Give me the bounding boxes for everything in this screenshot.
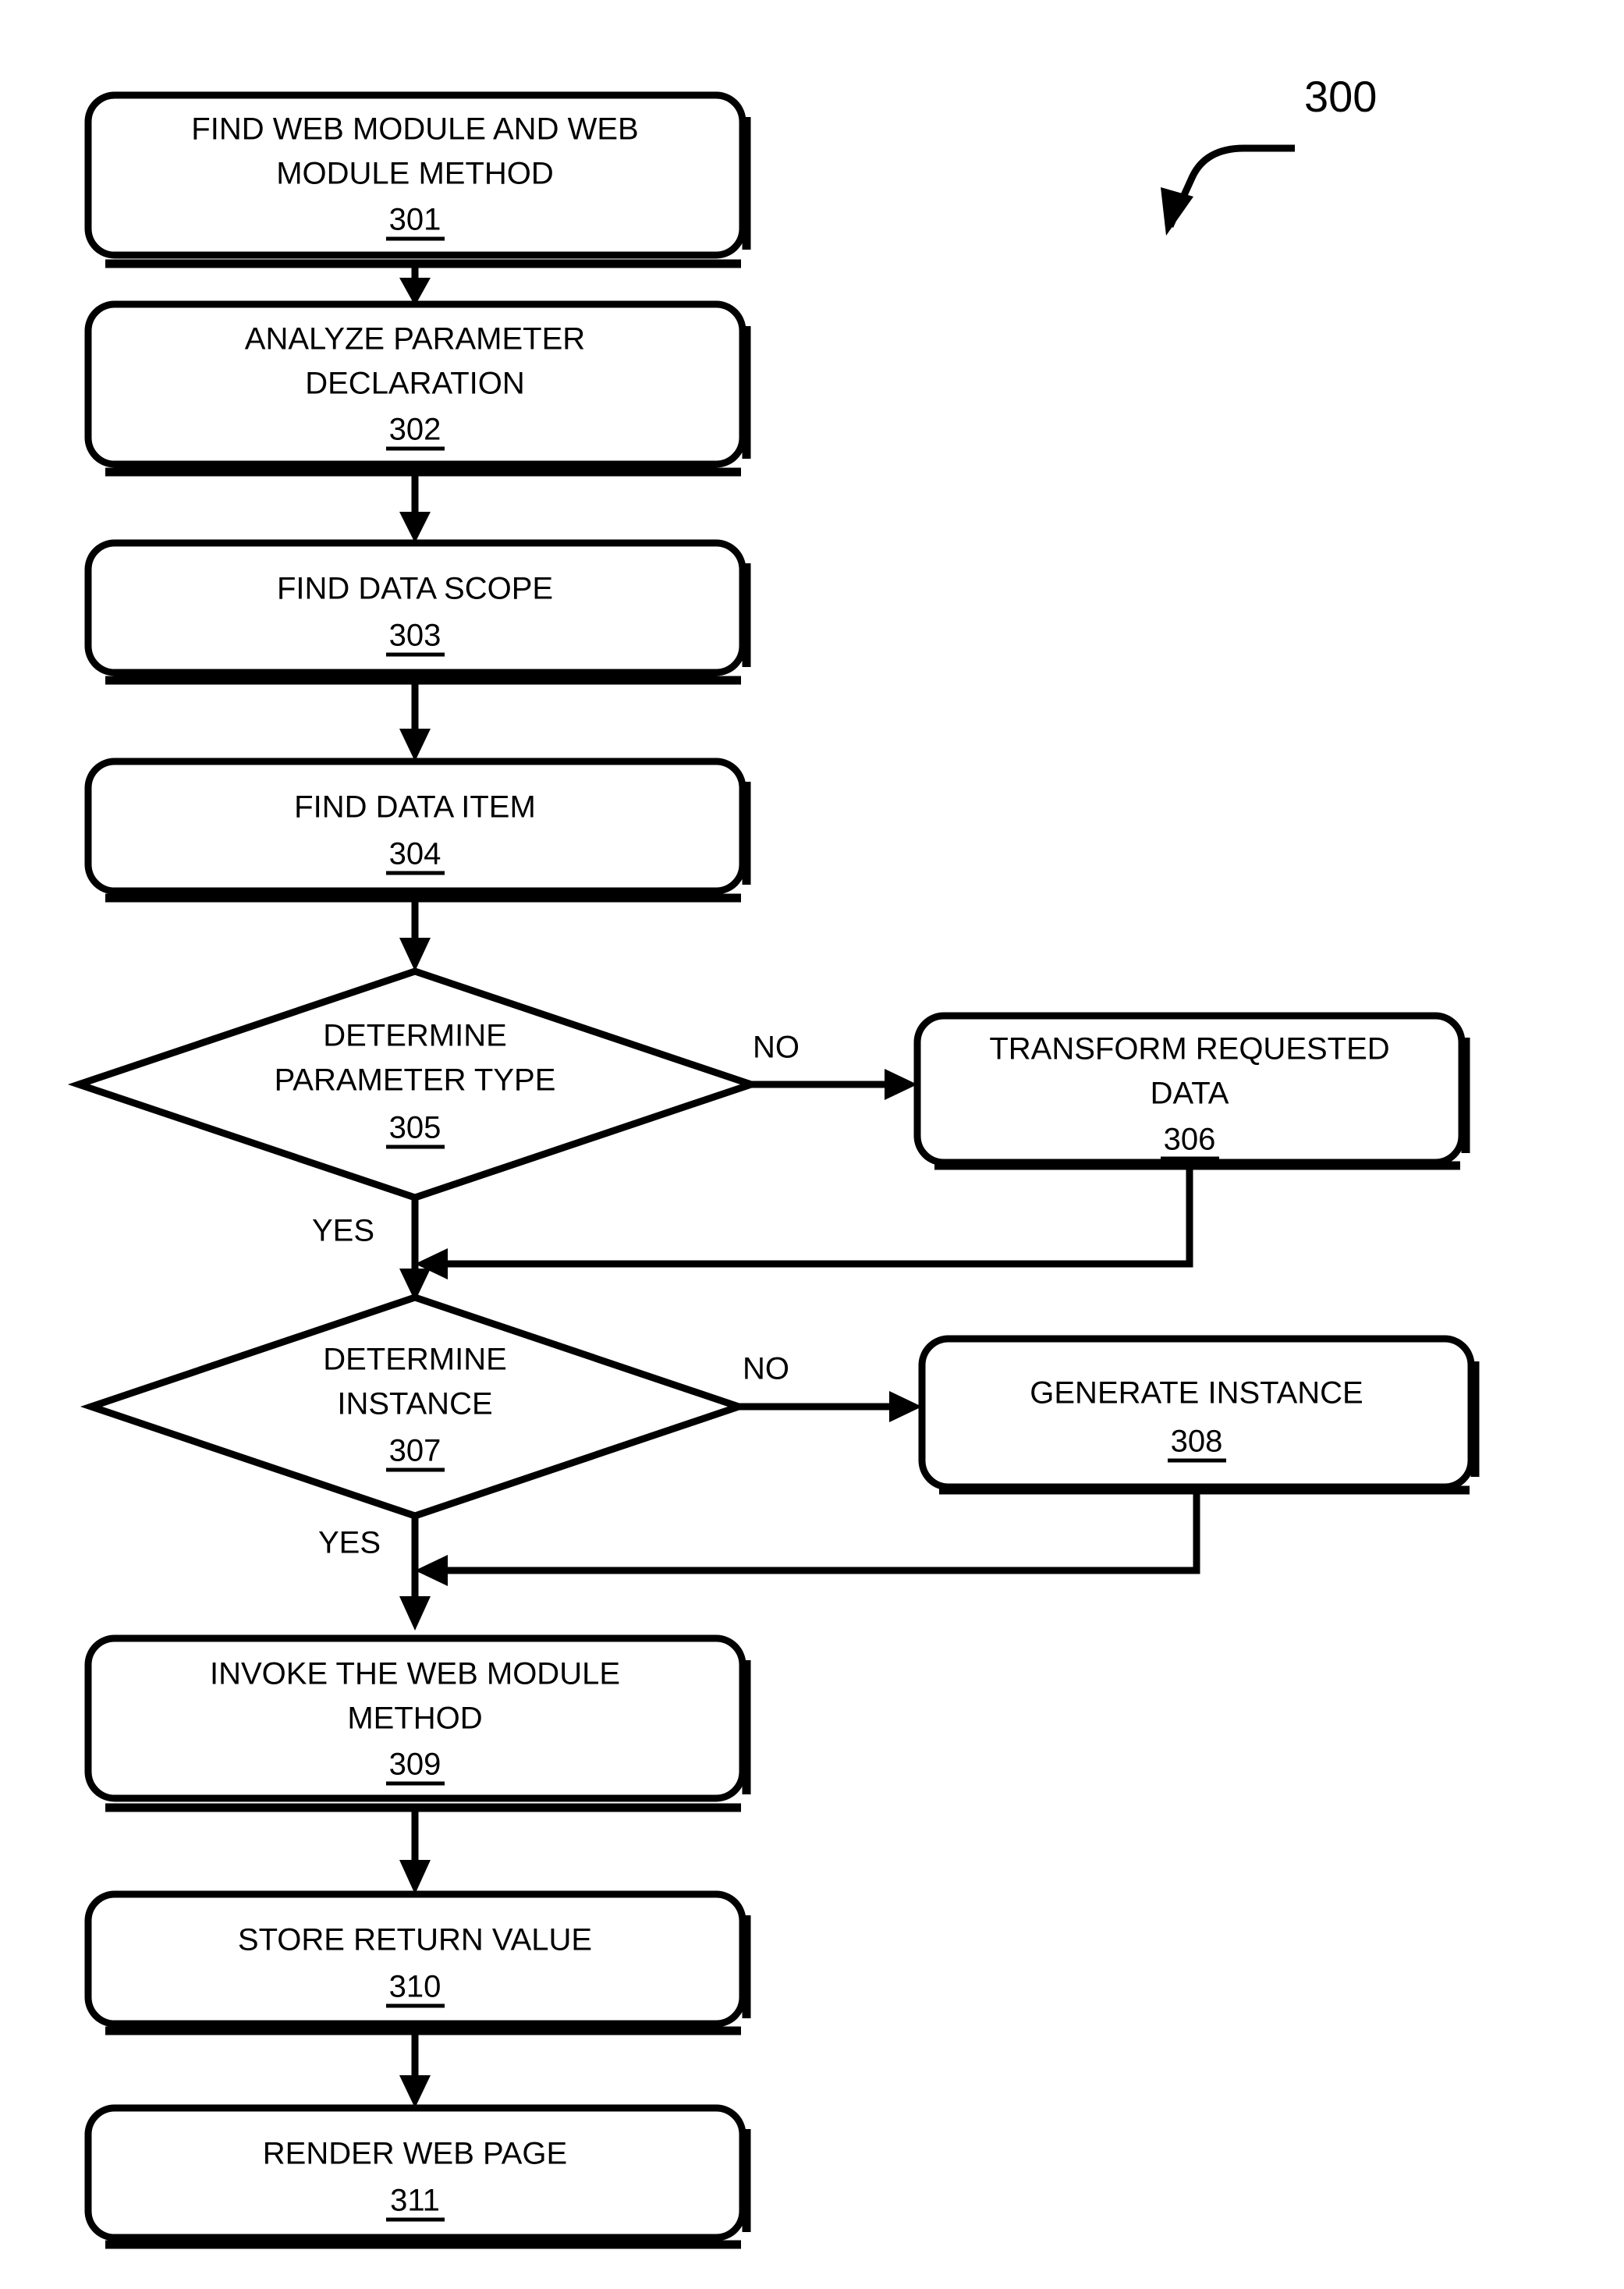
node-308-line1: GENERATE INSTANCE <box>1030 1376 1363 1411</box>
node-302[interactable]: ANALYZE PARAMETER DECLARATION 302 <box>84 300 751 477</box>
curved-arrow-icon <box>1166 144 1295 228</box>
node-306-ref: 306 <box>1164 1123 1216 1157</box>
node-307-line1: DETERMINE <box>323 1343 507 1377</box>
edge-306-merge-line <box>435 1166 1193 1268</box>
node-311[interactable]: RENDER WEB PAGE 311 <box>84 2104 751 2249</box>
edge-307-no-to-308: NO <box>739 1352 922 1422</box>
node-308-box <box>918 1335 1475 1491</box>
branch-label-no-307: NO <box>743 1352 789 1386</box>
edge-303-to-304 <box>399 680 431 761</box>
node-311-line1: RENDER WEB PAGE <box>263 2137 567 2171</box>
curved-arrow-head-icon <box>1161 187 1193 236</box>
arrow-head-icon <box>399 729 431 761</box>
node-304[interactable]: FIND DATA ITEM 304 <box>84 758 751 903</box>
branch-label-yes-305: YES <box>312 1214 374 1248</box>
arrow-head-icon <box>885 1069 917 1100</box>
edge-306-merge-to-main <box>415 1166 1193 1279</box>
edge-302-to-303 <box>399 472 431 543</box>
node-302-ref: 302 <box>389 413 441 447</box>
edge-301-to-302 <box>399 264 431 306</box>
node-301-line2: MODULE METHOD <box>276 157 554 191</box>
node-309[interactable]: INVOKE THE WEB MODULE METHOD 309 <box>84 1634 751 1812</box>
arrow-head-icon <box>399 512 431 543</box>
node-310-line1: STORE RETURN VALUE <box>238 1923 592 1957</box>
node-303-ref: 303 <box>389 619 441 653</box>
node-308-ref: 308 <box>1171 1425 1223 1459</box>
edge-304-to-305 <box>399 898 431 971</box>
node-307-ref: 307 <box>389 1434 441 1468</box>
node-309-ref: 309 <box>389 1748 441 1782</box>
node-306-line2: DATA <box>1151 1077 1229 1111</box>
arrow-head-icon <box>399 938 431 971</box>
node-305-line1: DETERMINE <box>323 1019 507 1053</box>
node-301-ref: 301 <box>389 203 441 237</box>
node-301[interactable]: FIND WEB MODULE AND WEB MODULE METHOD 30… <box>84 91 751 268</box>
node-309-line2: METHOD <box>347 1702 482 1736</box>
node-310-ref: 310 <box>389 1970 441 2004</box>
arrow-head-icon <box>415 1555 448 1586</box>
node-307-line2: INSTANCE <box>337 1387 492 1421</box>
node-303-line1: FIND DATA SCOPE <box>277 572 553 606</box>
node-307[interactable]: DETERMINE INSTANCE 307 <box>80 1294 750 1520</box>
node-305-ref: 305 <box>389 1111 441 1145</box>
node-304-line1: FIND DATA ITEM <box>294 790 536 825</box>
branch-label-no-305: NO <box>753 1031 800 1065</box>
node-303[interactable]: FIND DATA SCOPE 303 <box>84 539 751 685</box>
node-305-line2: PARAMETER TYPE <box>275 1063 556 1098</box>
node-302-line2: DECLARATION <box>305 367 525 401</box>
arrow-head-icon <box>399 1860 431 1894</box>
arrow-head-icon <box>399 1596 431 1631</box>
edge-308-merge-to-main <box>415 1490 1200 1586</box>
node-302-line1: ANALYZE PARAMETER <box>245 322 585 357</box>
flowchart-canvas: 300 FIND WEB MODULE AND WEB MODULE METHO… <box>67 72 1480 2249</box>
patent-figure-300: 300 FIND WEB MODULE AND WEB MODULE METHO… <box>0 0 1624 2289</box>
edge-305-yes-to-307 <box>399 1198 431 1301</box>
edge-310-to-311 <box>399 2031 431 2108</box>
node-306-line1: TRANSFORM REQUESTED <box>989 1032 1389 1066</box>
node-310[interactable]: STORE RETURN VALUE 310 <box>84 1890 751 2035</box>
edge-308-merge-line <box>435 1490 1200 1574</box>
node-305[interactable]: DETERMINE PARAMETER TYPE 305 <box>67 967 763 1201</box>
node-306[interactable]: TRANSFORM REQUESTED DATA 306 <box>913 1012 1470 1170</box>
edge-309-to-310 <box>399 1808 431 1894</box>
node-309-line1: INVOKE THE WEB MODULE <box>210 1657 620 1691</box>
edge-305-no-to-306: NO <box>751 1031 917 1100</box>
arrow-head-icon <box>889 1391 922 1422</box>
figure-number: 300 <box>1304 72 1377 121</box>
figure-reference-300: 300 <box>1161 72 1377 236</box>
node-308[interactable]: GENERATE INSTANCE 308 <box>918 1335 1480 1495</box>
branch-label-yes-307: YES <box>318 1526 381 1560</box>
node-304-ref: 304 <box>389 837 441 871</box>
node-301-line1: FIND WEB MODULE AND WEB <box>191 112 638 147</box>
node-311-ref: 311 <box>390 2184 440 2218</box>
arrow-head-icon <box>399 2075 431 2108</box>
